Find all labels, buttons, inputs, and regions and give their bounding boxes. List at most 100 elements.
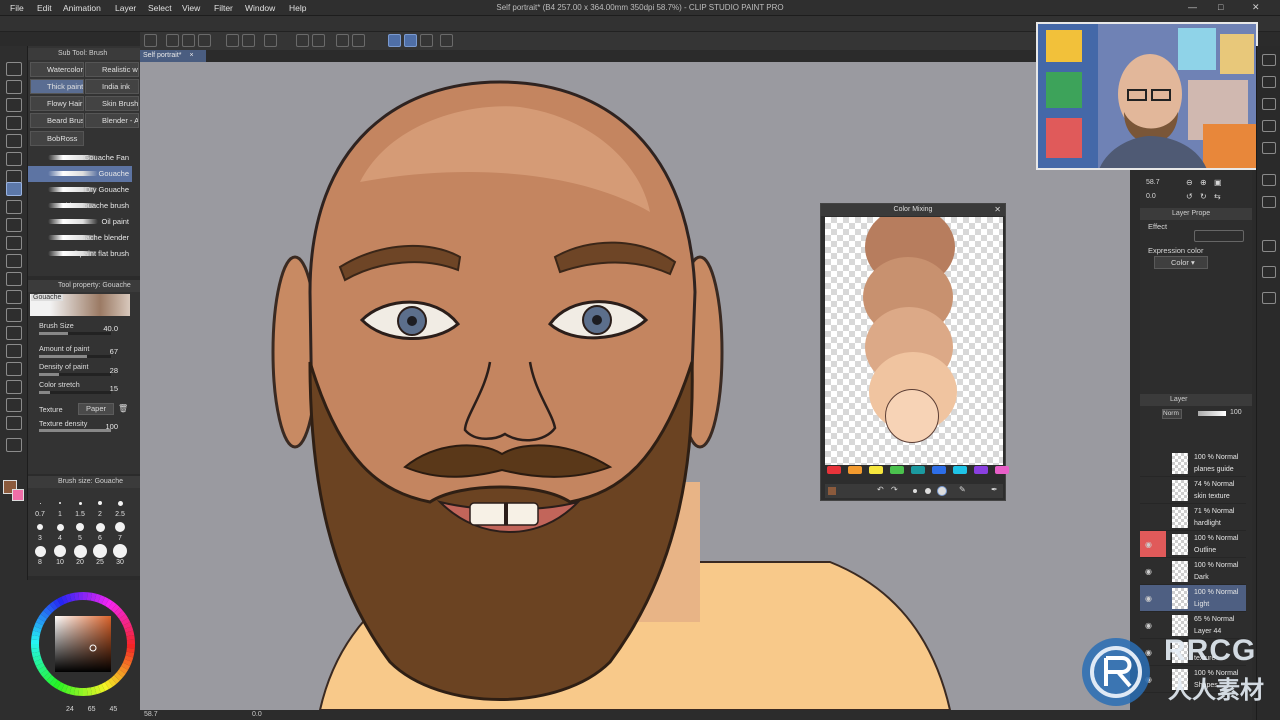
fit-icon[interactable]: ▣ — [1214, 178, 1222, 187]
move-tool-icon[interactable] — [6, 98, 22, 112]
panel-icon[interactable] — [1262, 76, 1276, 88]
menu-animation[interactable]: Animation — [63, 3, 101, 13]
menu-layer[interactable]: Layer — [115, 3, 136, 13]
status-zoom[interactable]: 58.7 — [144, 711, 158, 718]
eraser-tool-icon[interactable] — [6, 236, 22, 250]
zoom-tool-icon[interactable] — [6, 62, 22, 76]
transform-icon[interactable] — [312, 34, 325, 47]
effect-buttons[interactable] — [1194, 230, 1244, 242]
menu-select[interactable]: Select — [148, 3, 172, 13]
brush-size-preset[interactable] — [59, 502, 61, 504]
brush-size-preset[interactable] — [37, 524, 43, 530]
brush-item[interactable]: Gouache Fan — [28, 150, 132, 166]
eye-icon[interactable]: ◉ — [1145, 540, 1152, 549]
menu-edit[interactable]: Edit — [37, 3, 52, 13]
menu-file[interactable]: File — [10, 3, 24, 13]
panel-icon[interactable] — [1262, 266, 1276, 278]
subtool-group-bobross[interactable]: BobRoss — [30, 131, 84, 146]
status-rotation[interactable]: 0.0 — [252, 711, 262, 718]
subtool-group-beard-brush[interactable]: Beard Brus — [30, 113, 84, 128]
eye-icon[interactable]: ◉ — [1145, 594, 1152, 603]
minimize-icon[interactable]: — — [1188, 2, 1197, 12]
ruler-tool-icon[interactable] — [6, 344, 22, 358]
canvas-tab[interactable]: Self portrait* × — [140, 50, 206, 62]
sub-color-swatch[interactable] — [12, 489, 24, 501]
redo-icon[interactable]: ↷ — [891, 485, 898, 494]
gradient-tool-icon[interactable] — [6, 290, 22, 304]
palette-swatch[interactable] — [869, 466, 883, 474]
subtool-group-skin-brush[interactable]: Skin Brush — [85, 96, 139, 111]
panel-icon[interactable] — [1262, 142, 1276, 154]
palette-swatch[interactable] — [953, 466, 967, 474]
pencil-tool-icon[interactable] — [6, 416, 22, 430]
palette-swatch[interactable] — [827, 466, 841, 474]
subtool-group-watercolor[interactable]: Watercolor — [30, 62, 84, 77]
brush-item[interactable]: Oil paint — [28, 214, 132, 230]
menu-help[interactable]: Help — [289, 3, 306, 13]
new-file-icon[interactable] — [166, 34, 179, 47]
selection-icon[interactable] — [336, 34, 349, 47]
subtool-group-thick-paint[interactable]: Thick paint — [30, 79, 84, 94]
close-icon[interactable]: ✕ — [1252, 2, 1260, 13]
open-file-icon[interactable] — [182, 34, 195, 47]
eye-icon[interactable]: ◉ — [1145, 567, 1152, 576]
brush-tool-icon[interactable] — [6, 182, 22, 196]
brush-size-preset[interactable] — [56, 523, 64, 531]
color-stretch-slider[interactable] — [39, 391, 111, 394]
opacity-value[interactable]: 100 — [1230, 409, 1242, 416]
current-color-swatch[interactable] — [828, 487, 836, 495]
brush-size-preset[interactable] — [98, 501, 102, 505]
menu-view[interactable]: View — [182, 3, 200, 13]
panel-icon[interactable] — [1262, 98, 1276, 110]
undo-icon[interactable] — [226, 34, 239, 47]
panel-icon[interactable] — [1262, 174, 1276, 186]
blend-mode-dropdown[interactable]: Norm — [1162, 409, 1182, 419]
save-icon[interactable] — [198, 34, 211, 47]
brush-size-preset[interactable] — [78, 501, 82, 505]
rotate-value[interactable]: 0.0 — [1146, 193, 1156, 200]
zoom-value[interactable]: 58.7 — [1146, 179, 1160, 186]
color-mixing-canvas[interactable] — [825, 217, 1003, 465]
subtool-group-realistic[interactable]: Realistic w — [85, 62, 139, 77]
object-tool-icon[interactable] — [6, 116, 22, 130]
panel-icon[interactable] — [1262, 54, 1276, 66]
brush-size-preset[interactable] — [73, 544, 87, 558]
brush-size-slider[interactable] — [39, 332, 111, 335]
text-tool-icon[interactable] — [6, 362, 22, 376]
palette-swatch[interactable] — [974, 466, 988, 474]
brush-item[interactable]: Gouache — [28, 166, 132, 182]
color-tool-icon[interactable] — [6, 438, 22, 452]
maximize-icon[interactable]: □ — [1218, 2, 1223, 12]
brush-item[interactable]: Oil paint flat brush — [28, 246, 132, 262]
subtool-group-blender[interactable]: Blender - A — [85, 113, 139, 128]
brush-size-preset[interactable] — [54, 545, 66, 557]
zoom-in-icon[interactable]: ⊕ — [1200, 178, 1207, 187]
subtool-group-india-ink[interactable]: India ink — [85, 79, 139, 94]
brush-size-preset[interactable] — [113, 544, 127, 558]
trash-icon[interactable]: 🗑 — [118, 404, 128, 413]
close-tab-icon[interactable]: × — [189, 52, 193, 59]
fill-tool-icon[interactable] — [6, 272, 22, 286]
hand-tool-icon[interactable] — [6, 80, 22, 94]
density-of-paint-slider[interactable] — [39, 373, 111, 376]
line-correction-tool-icon[interactable] — [6, 398, 22, 412]
layer-row[interactable]: ◉ 100 % Normal Dark — [1140, 558, 1246, 585]
panel-icon[interactable] — [1262, 292, 1276, 304]
rotate-left-icon[interactable]: ↺ — [1186, 192, 1193, 201]
balloon-tool-icon[interactable] — [6, 380, 22, 394]
brush-size-preset[interactable] — [76, 523, 84, 531]
palette-swatch[interactable] — [932, 466, 946, 474]
brush-size-preset[interactable] — [95, 522, 105, 532]
deselect-icon[interactable] — [352, 34, 365, 47]
brush-size-preset[interactable] — [115, 522, 125, 532]
brush-size-preset[interactable] — [117, 500, 123, 506]
snap-grid-icon[interactable] — [420, 34, 433, 47]
menu-window[interactable]: Window — [245, 3, 275, 13]
zoom-out-icon[interactable]: ⊖ — [1186, 178, 1193, 187]
layer-row[interactable]: 100 % Normal planes guide — [1140, 450, 1246, 477]
lasso-tool-icon[interactable] — [6, 134, 22, 148]
airbrush-tool-icon[interactable] — [6, 200, 22, 214]
figure-tool-icon[interactable] — [6, 308, 22, 322]
brush-size-medium-icon[interactable] — [925, 488, 931, 494]
subtool-group-flowy-hair[interactable]: Flowy Hair — [30, 96, 84, 111]
